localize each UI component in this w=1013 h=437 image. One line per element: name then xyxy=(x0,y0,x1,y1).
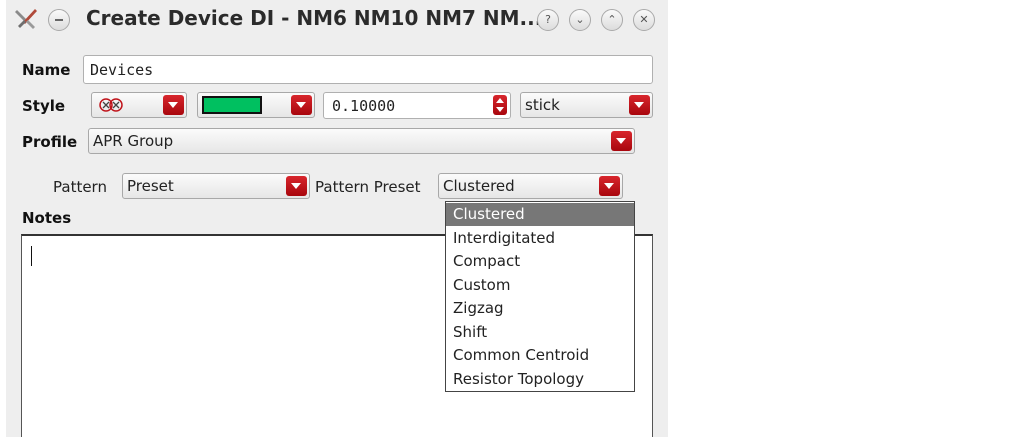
pattern-preset-label: Pattern Preset xyxy=(315,178,421,196)
preset-option[interactable]: Resistor Topology xyxy=(446,368,634,391)
preset-option[interactable]: Compact xyxy=(446,250,634,273)
profile-dropdown[interactable]: APR Group xyxy=(88,128,635,154)
window-menu-icon[interactable] xyxy=(48,9,70,31)
title-bar: Create Device DI - NM6 NM10 NM7 NM... ? … xyxy=(6,0,668,37)
close-icon[interactable]: ✕ xyxy=(633,9,655,31)
preset-option[interactable]: Interdigitated xyxy=(446,227,634,250)
chevron-down-icon[interactable] xyxy=(599,176,620,196)
preset-option[interactable]: Custom xyxy=(446,274,634,297)
pattern-preset-value: Clustered xyxy=(443,177,515,195)
chevron-down-icon[interactable] xyxy=(291,95,312,115)
preset-option[interactable]: Clustered xyxy=(446,203,634,226)
line-style-value: stick xyxy=(525,96,560,114)
color-swatch xyxy=(202,96,262,114)
color-dropdown[interactable] xyxy=(197,92,315,118)
maximize-icon[interactable]: ⌃ xyxy=(601,9,623,31)
create-device-dialog: Create Device DI - NM6 NM10 NM7 NM... ? … xyxy=(6,0,668,437)
minimize-icon[interactable]: ⌄ xyxy=(569,9,591,31)
pattern-preset-dropdown[interactable]: Clustered xyxy=(438,173,623,199)
help-icon[interactable]: ? xyxy=(537,9,559,31)
name-label: Name xyxy=(22,61,71,79)
line-style-dropdown[interactable]: stick xyxy=(520,92,653,118)
symbol-icon xyxy=(99,98,123,112)
pattern-value: Preset xyxy=(127,177,174,195)
pattern-label: Pattern xyxy=(53,178,107,196)
symbol-dropdown[interactable] xyxy=(91,92,187,118)
preset-option[interactable]: Zigzag xyxy=(446,297,634,320)
pattern-preset-popup: Clustered Interdigitated Compact Custom Zigz… xyxy=(445,201,635,392)
chevron-down-icon[interactable] xyxy=(611,131,632,151)
pattern-dropdown[interactable]: Preset xyxy=(122,173,310,199)
preset-option[interactable]: Common Centroid xyxy=(446,344,634,367)
profile-label: Profile xyxy=(22,133,78,151)
spin-arrows-icon[interactable] xyxy=(493,95,507,115)
preset-option[interactable]: Shift xyxy=(446,321,634,344)
width-value: 0.10000 xyxy=(332,97,396,115)
profile-value: APR Group xyxy=(93,132,174,150)
width-spinbox[interactable]: 0.10000 xyxy=(323,92,511,119)
name-field-value: Devices xyxy=(90,61,154,79)
style-label: Style xyxy=(22,97,66,115)
chevron-down-icon[interactable] xyxy=(629,95,650,115)
text-caret xyxy=(31,246,32,266)
tools-icon[interactable] xyxy=(14,6,38,30)
window-title: Create Device DI - NM6 NM10 NM7 NM... xyxy=(86,6,543,30)
notes-label: Notes xyxy=(22,209,72,227)
chevron-down-icon[interactable] xyxy=(163,95,184,115)
name-field[interactable]: Devices xyxy=(83,55,653,84)
chevron-down-icon[interactable] xyxy=(286,176,307,196)
